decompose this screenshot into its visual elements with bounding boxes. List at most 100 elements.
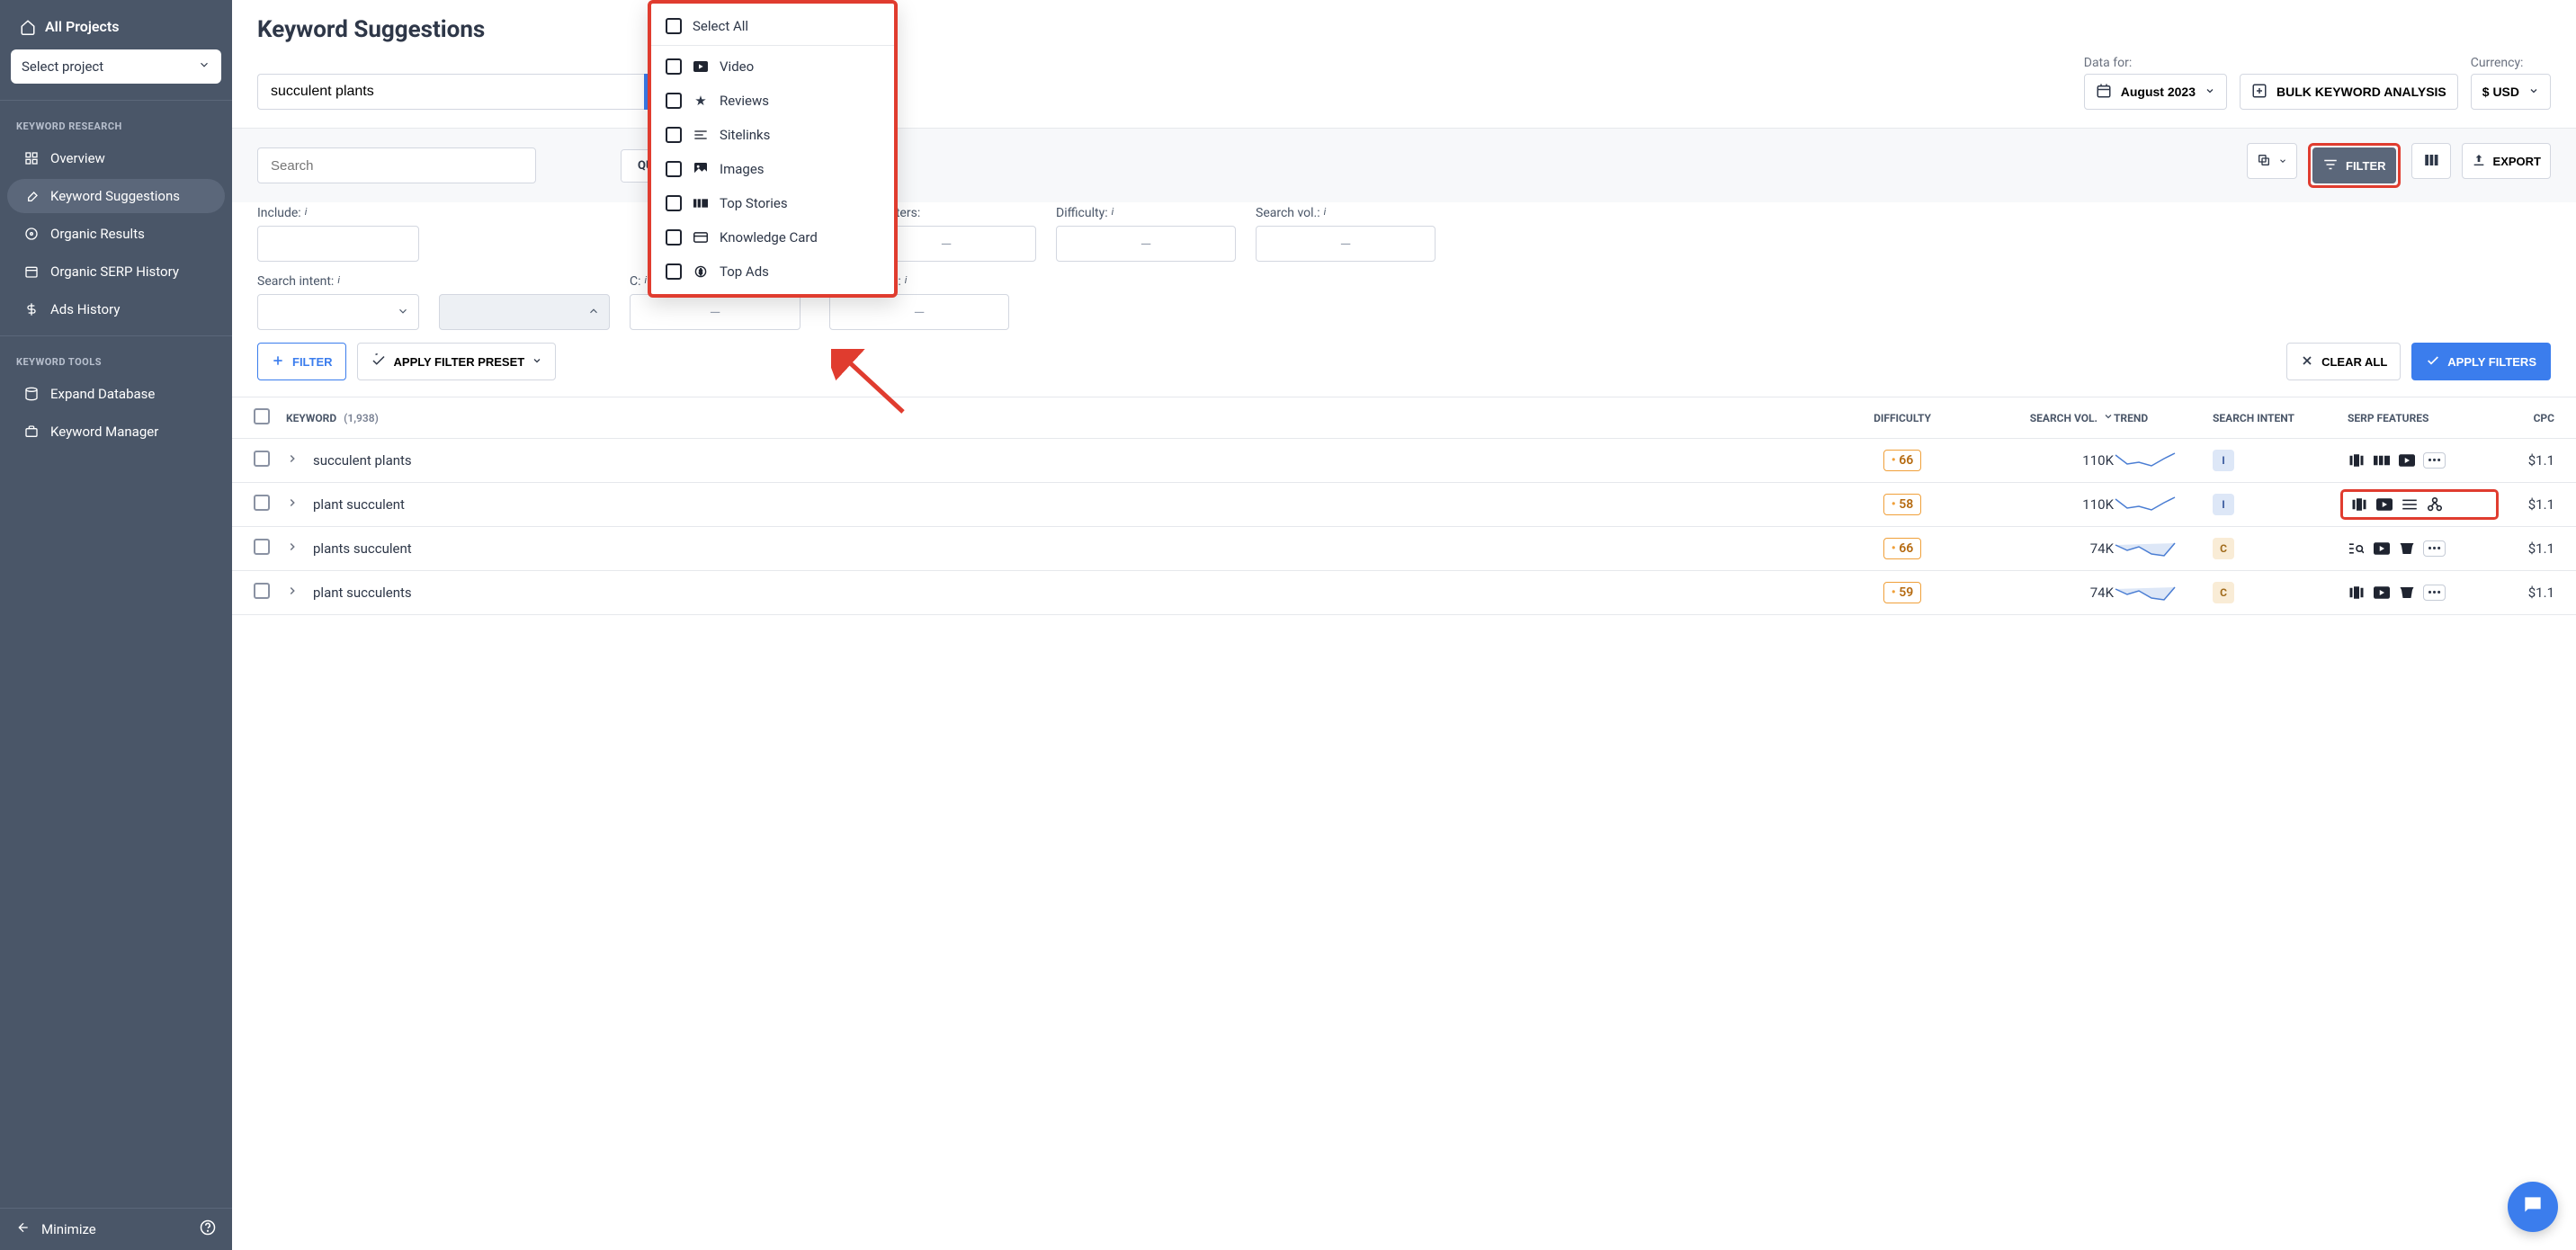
include-label: Include: bbox=[257, 206, 301, 220]
select-all-checkbox[interactable] bbox=[254, 408, 270, 424]
sidebar: All Projects Select project KEYWORD RESE… bbox=[0, 0, 232, 1250]
keyword-text[interactable]: succulent plants bbox=[313, 452, 412, 469]
project-select-label: Select project bbox=[22, 58, 103, 75]
filter-add-button[interactable]: FILTER bbox=[257, 343, 346, 380]
col-difficulty[interactable]: DIFFICULTY bbox=[1844, 412, 1961, 424]
col-search-intent[interactable]: SEARCH INTENT bbox=[2213, 412, 2348, 424]
chevron-down-icon bbox=[397, 304, 409, 321]
sidebar-item-serp-history[interactable]: Organic SERP History bbox=[7, 254, 225, 289]
keyword-text[interactable]: plants succulent bbox=[313, 540, 412, 557]
expand-chevron-icon[interactable] bbox=[286, 540, 306, 557]
table-search-input[interactable] bbox=[257, 147, 536, 183]
chevron-down-icon bbox=[2278, 155, 2287, 168]
sidebar-item-label: Overview bbox=[50, 150, 105, 166]
sidebar-item-keyword-suggestions[interactable]: Keyword Suggestions bbox=[7, 179, 225, 213]
include-input[interactable] bbox=[257, 226, 419, 262]
project-select[interactable]: Select project bbox=[11, 49, 221, 84]
trend-sparkline bbox=[2114, 536, 2177, 558]
all-projects-link[interactable]: All Projects bbox=[11, 13, 221, 40]
cpc-input[interactable]: — bbox=[630, 294, 801, 330]
keyword-text[interactable]: plant succulent bbox=[313, 496, 405, 513]
expand-chevron-icon[interactable] bbox=[286, 496, 306, 513]
apply-preset-button[interactable]: APPLY FILTER PRESET bbox=[357, 343, 557, 380]
col-search-vol[interactable]: SEARCH VOL. bbox=[2030, 412, 2097, 424]
dropdown-item-video[interactable]: Video bbox=[651, 49, 894, 84]
currency-select[interactable]: $ USD bbox=[2471, 74, 2551, 110]
sidebar-item-label: Keyword Manager bbox=[50, 424, 158, 440]
sidebar-item-keyword-manager[interactable]: Keyword Manager bbox=[7, 415, 225, 449]
dropdown-item-label: Select All bbox=[693, 18, 748, 34]
col-serp-features[interactable]: SERP FEATURES bbox=[2348, 412, 2491, 424]
top-stories-icon bbox=[2373, 453, 2391, 468]
difficulty-badge: 66 bbox=[1883, 450, 1921, 471]
dropdown-item-reviews[interactable]: ★ Reviews bbox=[651, 84, 894, 118]
row-checkbox[interactable] bbox=[254, 539, 270, 555]
x-icon bbox=[2300, 353, 2314, 371]
clear-all-button[interactable]: CLEAR ALL bbox=[2286, 343, 2401, 380]
more-icon[interactable]: ••• bbox=[2423, 540, 2446, 557]
dropdown-item-images[interactable]: Images bbox=[651, 152, 894, 186]
row-checkbox[interactable] bbox=[254, 583, 270, 599]
pencil-icon bbox=[23, 188, 40, 204]
searchvol-input[interactable]: — bbox=[1256, 226, 1436, 262]
apply-filters-button[interactable]: APPLY FILTERS bbox=[2411, 343, 2551, 380]
dropdown-item-topstories[interactable]: Top Stories bbox=[651, 186, 894, 220]
searchintent-select[interactable] bbox=[257, 294, 419, 330]
more-icon[interactable]: ••• bbox=[2423, 452, 2446, 469]
checkbox-icon bbox=[666, 229, 682, 246]
sidebar-item-expand-db[interactable]: Expand Database bbox=[7, 377, 225, 411]
currency-label: Currency: bbox=[2471, 56, 2551, 70]
col-keyword[interactable]: KEYWORD bbox=[286, 412, 336, 424]
columns-button[interactable] bbox=[2411, 143, 2451, 179]
difficulty-input[interactable]: — bbox=[1056, 226, 1236, 262]
chevron-down-icon bbox=[2528, 85, 2539, 99]
dropdown-item-knowledgecard[interactable]: Knowledge Card bbox=[651, 220, 894, 254]
bulk-analysis-button[interactable]: BULK KEYWORD ANALYSIS bbox=[2240, 74, 2458, 110]
sidebar-item-overview[interactable]: Overview bbox=[7, 141, 225, 175]
columns-icon bbox=[2423, 152, 2439, 171]
searchvol-label: Search vol.: bbox=[1256, 206, 1320, 220]
chat-fab[interactable] bbox=[2508, 1182, 2558, 1232]
export-button[interactable]: EXPORT bbox=[2462, 143, 2551, 179]
competition-input[interactable]: — bbox=[829, 294, 1009, 330]
currency-value: $ USD bbox=[2482, 85, 2519, 99]
cpc-value: $1.1 bbox=[2528, 540, 2554, 557]
video-icon bbox=[693, 61, 709, 72]
video-icon bbox=[2373, 585, 2391, 600]
check-circle-icon bbox=[371, 353, 387, 371]
sidebar-item-ads-history[interactable]: Ads History bbox=[7, 292, 225, 326]
cpc-value: $1.1 bbox=[2528, 496, 2554, 513]
sidebar-item-organic-results[interactable]: Organic Results bbox=[7, 217, 225, 251]
difficulty-badge: 58 bbox=[1883, 494, 1921, 515]
col-cpc[interactable]: CPC bbox=[2491, 412, 2554, 424]
sidebar-item-label: Organic Results bbox=[50, 226, 145, 242]
shopping-icon bbox=[2398, 585, 2416, 600]
row-checkbox[interactable] bbox=[254, 495, 270, 511]
minimize-button[interactable]: Minimize bbox=[16, 1220, 96, 1238]
dropdown-select-all[interactable]: Select All bbox=[651, 9, 894, 46]
expand-chevron-icon[interactable] bbox=[286, 452, 306, 469]
row-checkbox[interactable] bbox=[254, 451, 270, 467]
dropdown-item-topads[interactable]: $ Top Ads bbox=[651, 254, 894, 289]
dropdown-item-sitelinks[interactable]: Sitelinks bbox=[651, 118, 894, 152]
checkbox-icon bbox=[666, 93, 682, 109]
serp-features-select[interactable] bbox=[439, 294, 610, 330]
page-title: Keyword Suggestions bbox=[257, 16, 2551, 43]
volume-value: 74K bbox=[2090, 585, 2114, 601]
serp-features-dropdown: Select All Video ★ Reviews Sitelinks Ima… bbox=[648, 0, 898, 298]
date-picker[interactable]: August 2023 bbox=[2084, 74, 2227, 110]
keyword-text[interactable]: plant succulents bbox=[313, 585, 412, 601]
video-icon bbox=[2398, 453, 2416, 468]
help-icon[interactable] bbox=[200, 1219, 216, 1239]
col-trend[interactable]: TREND bbox=[2114, 412, 2213, 424]
expand-chevron-icon[interactable] bbox=[286, 585, 306, 601]
dropdown-item-label: Images bbox=[720, 161, 765, 177]
copy-button[interactable] bbox=[2247, 143, 2297, 179]
more-icon[interactable]: ••• bbox=[2423, 585, 2446, 601]
filter-toggle-button[interactable]: FILTER bbox=[2312, 147, 2396, 183]
table-row: plant succulents 59 74K C ••• $1.1 bbox=[232, 571, 2576, 615]
section-header-tools: KEYWORD TOOLS bbox=[0, 344, 232, 375]
keyword-search-input[interactable] bbox=[257, 74, 644, 110]
target-icon bbox=[23, 226, 40, 242]
video-icon bbox=[2375, 497, 2393, 512]
